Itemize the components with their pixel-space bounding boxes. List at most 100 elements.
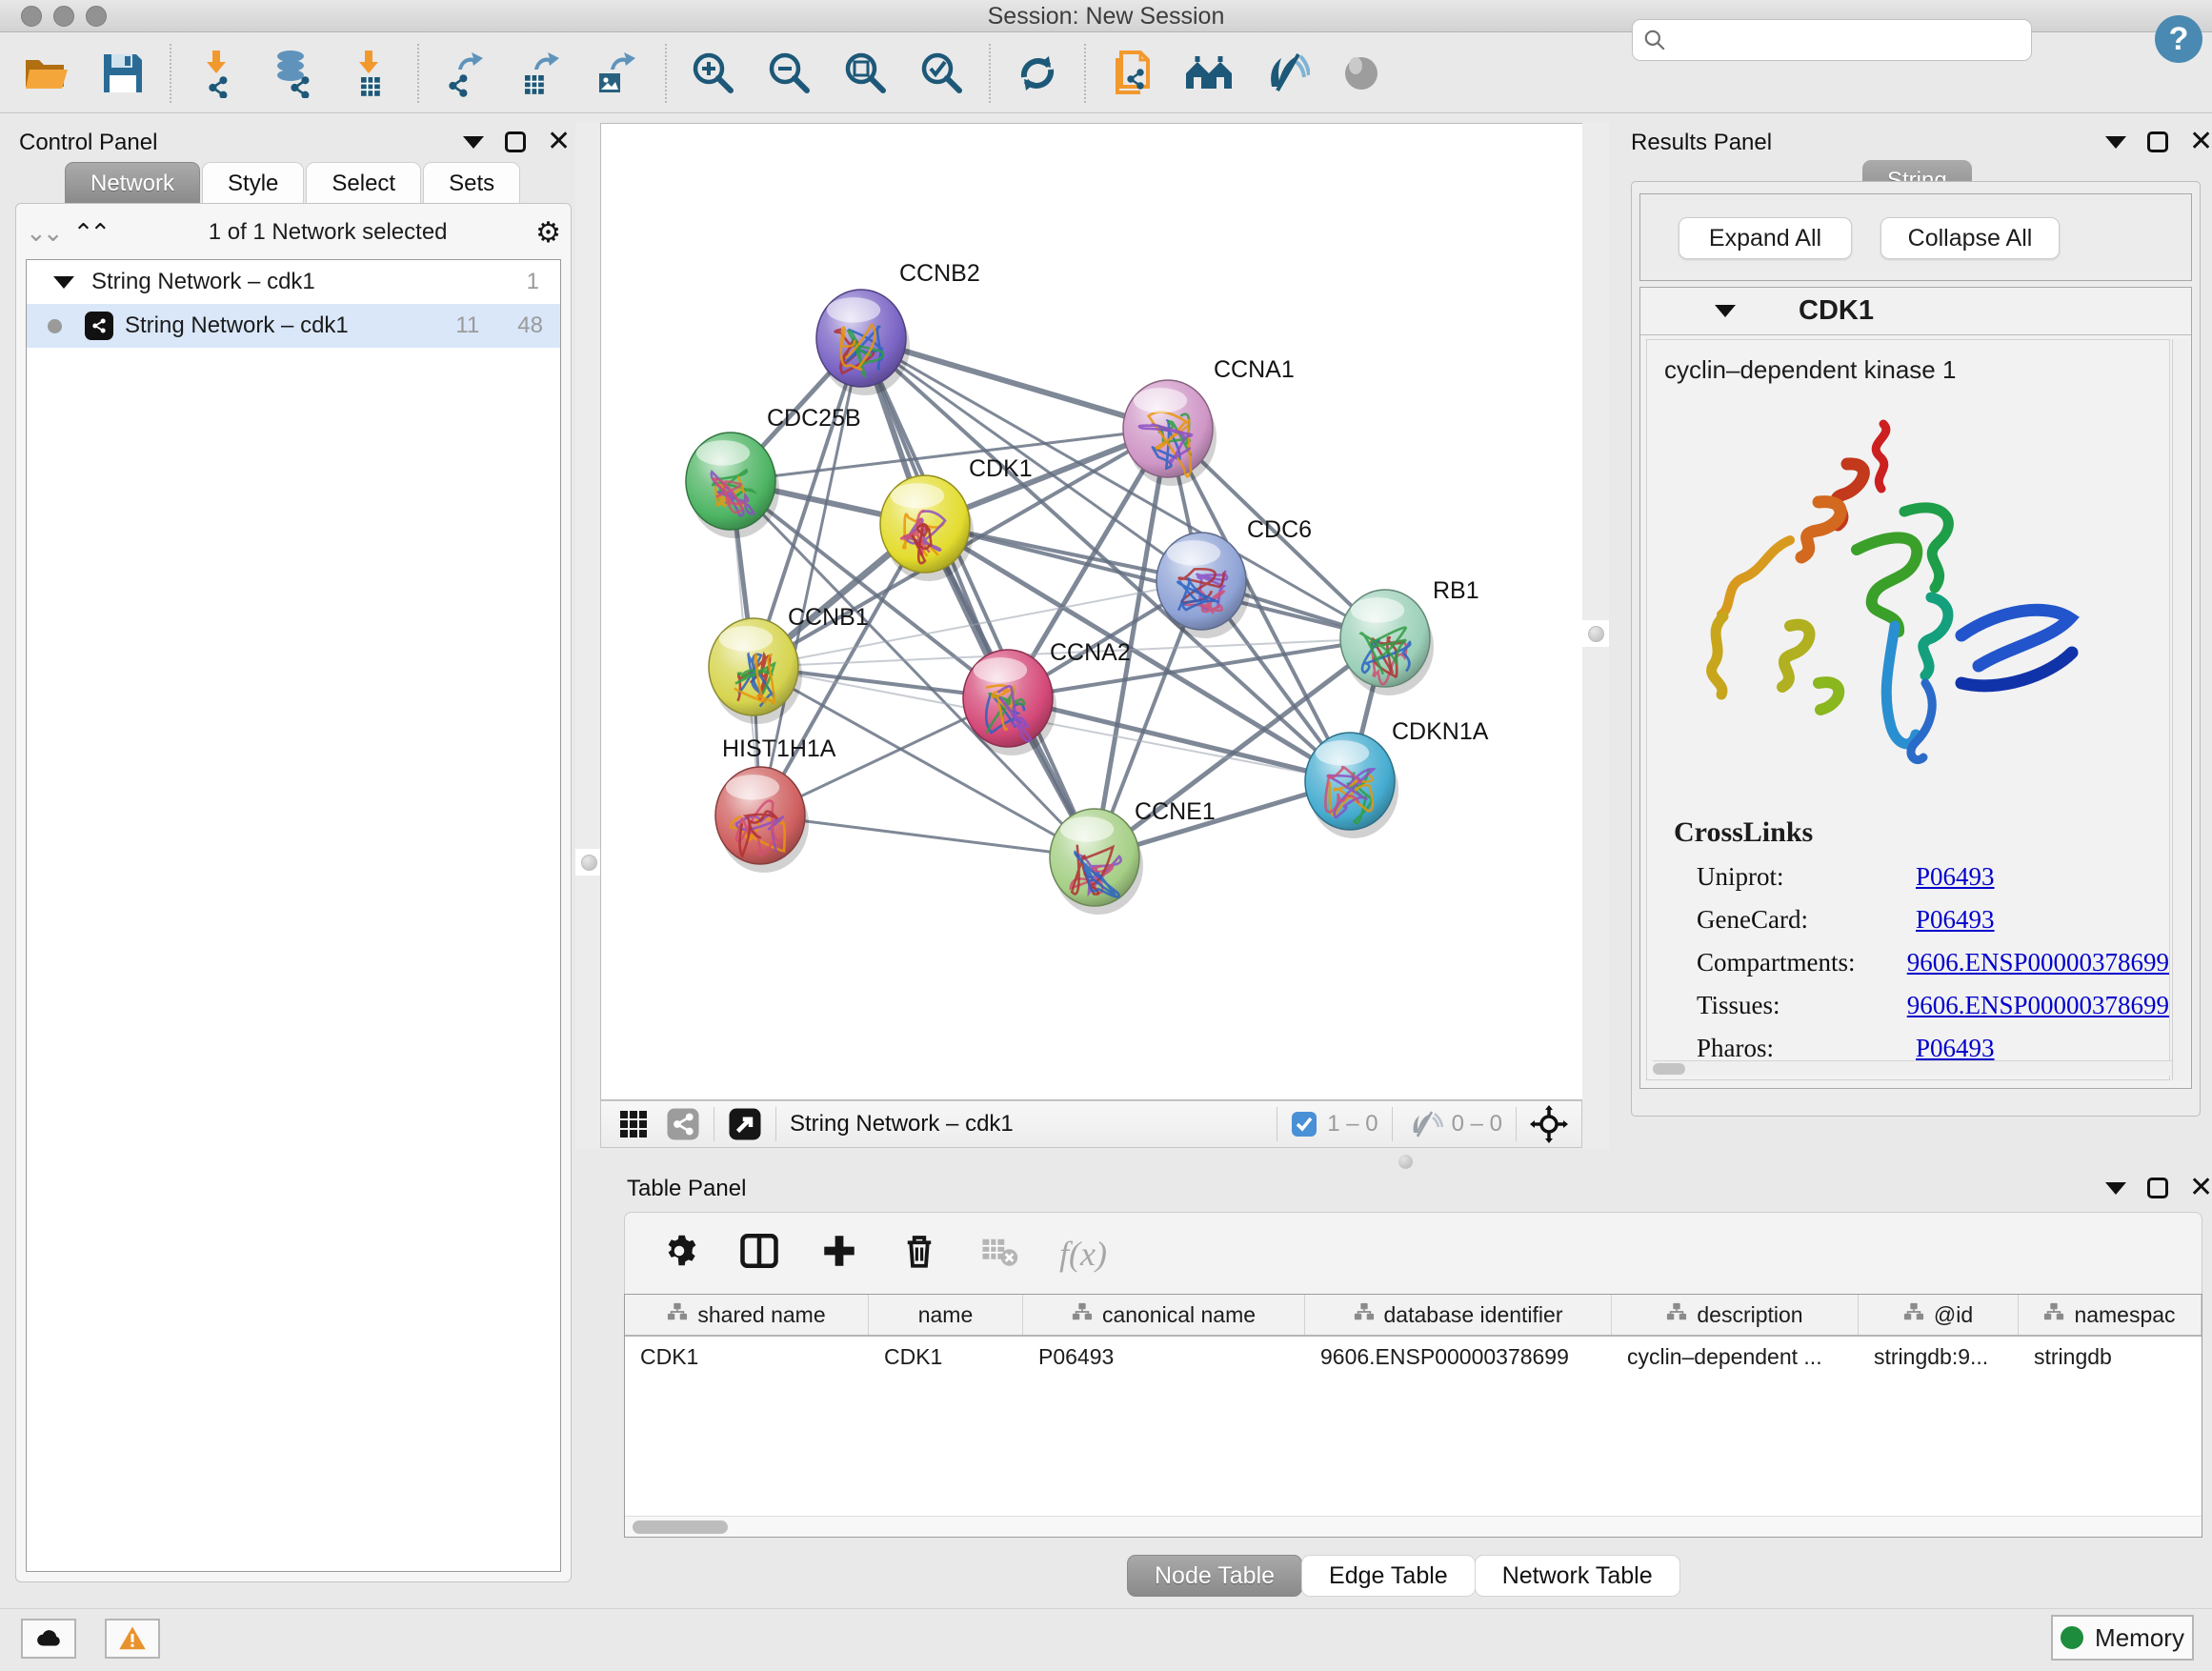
panel-close-icon[interactable]: ✕ (2189, 1178, 2212, 1198)
expand-all-button[interactable]: Expand All (1679, 217, 1852, 259)
graphics-detail-icon[interactable] (1336, 48, 1387, 99)
splitter-knob[interactable] (581, 855, 597, 871)
panel-menu-icon[interactable] (463, 136, 484, 149)
collapse-all-button[interactable]: Collapse All (1880, 217, 2060, 259)
node-table[interactable]: shared namenamecanonical namedatabase id… (624, 1294, 2202, 1538)
table-cell[interactable]: stringdb (2019, 1337, 2202, 1377)
show-all-icon[interactable] (1183, 48, 1235, 99)
right-splitter[interactable] (1582, 122, 1609, 1149)
column-header--id[interactable]: @id (1859, 1295, 2019, 1335)
panel-float-icon[interactable] (2147, 1178, 2168, 1198)
collapse-all-networks-icon[interactable]: ⌄⌄ (26, 218, 60, 248)
memory-button[interactable]: Memory (2051, 1615, 2194, 1661)
fit-selected-crosshair-icon[interactable] (1530, 1105, 1568, 1143)
birdseye-view-icon[interactable] (728, 1107, 762, 1141)
crosslink-link[interactable]: P06493 (1916, 905, 1995, 935)
save-session-icon[interactable] (97, 48, 149, 99)
network-options-gear-icon[interactable]: ⚙ (535, 216, 561, 250)
left-splitter[interactable] (575, 122, 602, 1149)
column-header-name[interactable]: name (869, 1295, 1023, 1335)
split-panel-icon[interactable] (739, 1231, 779, 1276)
panel-menu-icon[interactable] (2105, 1182, 2126, 1195)
network-node-cdkn1a[interactable]: CDKN1A (1305, 718, 1489, 838)
zoom-selected-icon[interactable] (916, 48, 968, 99)
table-cell[interactable]: stringdb:9... (1859, 1337, 2019, 1377)
warnings-button[interactable] (105, 1619, 160, 1659)
crosslink-link[interactable]: 9606.ENSP00000378699 (1907, 991, 2169, 1020)
table-cell[interactable]: cyclin–dependent ... (1612, 1337, 1859, 1377)
panel-menu-icon[interactable] (2105, 136, 2126, 149)
tab-style[interactable]: Style (202, 162, 304, 204)
column-header-database-identifier[interactable]: database identifier (1305, 1295, 1612, 1335)
function-builder-icon: f(x) (1059, 1234, 1107, 1274)
panel-float-icon[interactable] (505, 131, 526, 152)
section-expander-icon[interactable] (1715, 305, 1736, 317)
network-node-rb1[interactable]: RB1 (1340, 577, 1479, 695)
tab-select[interactable]: Select (306, 162, 421, 204)
tab-network-table[interactable]: Network Table (1475, 1555, 1680, 1597)
open-session-icon[interactable] (21, 48, 72, 99)
import-table-icon[interactable] (345, 48, 396, 99)
zoom-in-icon[interactable] (688, 48, 739, 99)
import-network-icon[interactable] (192, 48, 244, 99)
panel-close-icon[interactable]: ✕ (2189, 131, 2212, 152)
tab-network[interactable]: Network (65, 162, 200, 204)
open-stringapp-icon[interactable] (1107, 48, 1158, 99)
network-canvas[interactable]: CCNB2CCNA1CDC25BCDK1CDC6RB1CCNB1CCNA2CDK… (600, 123, 1582, 1100)
cloud-button[interactable] (21, 1619, 76, 1659)
table-cell[interactable]: CDK1 (625, 1337, 869, 1377)
network-collection-row[interactable]: String Network – cdk1 1 (27, 260, 560, 304)
hide-selected-icon[interactable] (1259, 48, 1311, 99)
network-node-hist1h1a[interactable]: HIST1H1A (715, 735, 836, 873)
delete-column-icon[interactable] (899, 1231, 939, 1276)
crosslink-link[interactable]: 9606.ENSP00000378699 (1907, 948, 2169, 977)
export-image-icon[interactable] (593, 48, 644, 99)
column-header-canonical-name[interactable]: canonical name (1023, 1295, 1305, 1335)
results-horizontal-scrollbar[interactable] (1653, 1060, 2177, 1076)
tab-sets[interactable]: Sets (423, 162, 520, 204)
network-node-ccne1[interactable]: CCNE1 (1050, 798, 1216, 915)
import-network-from-database-icon[interactable] (269, 48, 320, 99)
node-section-header[interactable]: CDK1 (1640, 288, 2191, 335)
column-header-namespac[interactable]: namespac (2019, 1295, 2202, 1335)
table-options-gear-icon[interactable] (659, 1231, 699, 1276)
expand-all-networks-icon[interactable]: ⌃⌃ (73, 218, 108, 248)
crosslink-link[interactable]: P06493 (1916, 1034, 1995, 1063)
network-node-ccnb2[interactable]: CCNB2 (816, 260, 980, 395)
network-edge[interactable] (760, 815, 1095, 857)
table-horizontal-scrollbar[interactable] (625, 1516, 2202, 1537)
search-field[interactable] (1632, 19, 2032, 61)
help-button[interactable]: ? (2155, 15, 2202, 63)
network-row[interactable]: String Network – cdk1 11 48 (27, 304, 560, 348)
crosslink-link[interactable]: P06493 (1916, 862, 1995, 892)
network-node-cdc25b[interactable]: CDC25B (686, 405, 861, 538)
tab-edge-table[interactable]: Edge Table (1301, 1555, 1476, 1597)
export-table-icon[interactable] (516, 48, 568, 99)
tab-node-table[interactable]: Node Table (1127, 1555, 1302, 1597)
horizontal-splitter-knob[interactable] (1398, 1155, 1413, 1169)
panel-float-icon[interactable] (2147, 131, 2168, 152)
network-node-cdc6[interactable]: CDC6 (1156, 516, 1312, 638)
zoom-out-icon[interactable] (764, 48, 815, 99)
string-style-icon[interactable] (666, 1107, 700, 1141)
network-edge[interactable] (861, 338, 1095, 857)
search-input[interactable] (1667, 22, 2031, 58)
refresh-icon[interactable] (1012, 48, 1063, 99)
splitter-knob[interactable] (1588, 626, 1604, 642)
zoom-fit-icon[interactable] (840, 48, 892, 99)
selected-checkbox-icon[interactable] (1291, 1111, 1317, 1137)
results-vertical-scrollbar[interactable] (2172, 339, 2189, 1080)
panel-close-icon[interactable]: ✕ (547, 131, 571, 152)
column-header-shared-name[interactable]: shared name (625, 1295, 869, 1335)
network-node-ccna2[interactable]: CCNA2 (963, 639, 1131, 755)
table-cell[interactable]: CDK1 (869, 1337, 1023, 1377)
column-header-description[interactable]: description (1612, 1295, 1859, 1335)
hidden-eye-icon[interactable] (1406, 1108, 1444, 1140)
export-network-icon[interactable] (440, 48, 492, 99)
collection-expander-icon[interactable] (53, 276, 74, 289)
table-row[interactable]: CDK1CDK1P064939606.ENSP00000378699cyclin… (625, 1337, 2202, 1377)
table-cell[interactable]: P06493 (1023, 1337, 1305, 1377)
add-column-icon[interactable] (819, 1231, 859, 1276)
table-cell[interactable]: 9606.ENSP00000378699 (1305, 1337, 1612, 1377)
grid-view-icon[interactable] (618, 1109, 649, 1139)
